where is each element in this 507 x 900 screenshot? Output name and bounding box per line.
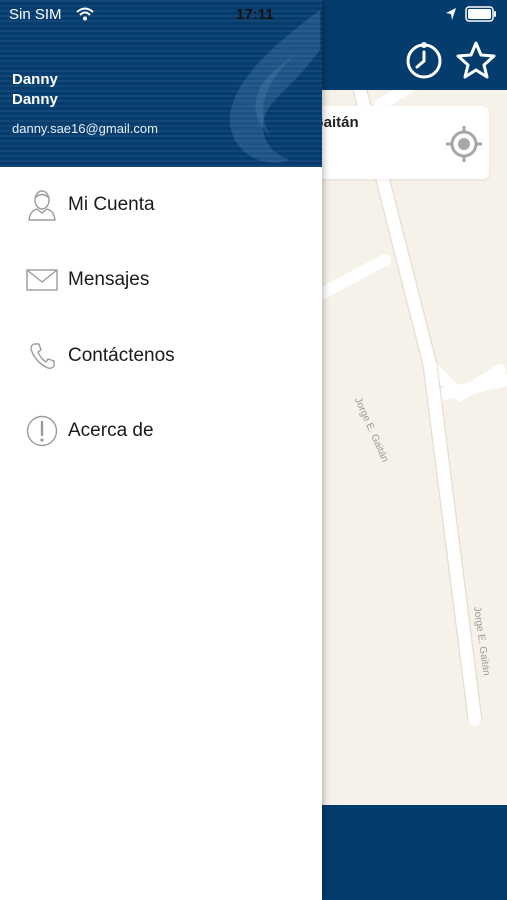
status-time: 17:11 [236,6,274,23]
user-email: danny.sae16@gmail.com [12,121,158,136]
side-drawer: Danny Danny danny.sae16@gmail.com Mi Cue… [0,0,322,900]
menu-item-acerca-de[interactable]: Acerca de [0,394,322,470]
menu-label: Mi Cuenta [68,193,155,215]
search-card[interactable]: Gaitán [300,106,489,179]
crosshair-icon [446,126,482,162]
menu-label: Acerca de [68,420,154,442]
location-arrow-icon [446,8,456,20]
wifi-icon [76,7,94,25]
info-icon [26,415,58,447]
carrier-label: Sin SIM [9,6,62,23]
status-bar: Sin SIM 17:11 [0,0,507,30]
menu-label: Mensajes [68,269,150,291]
user-icon [26,189,58,221]
drawer-menu: Mi Cuenta Mensajes Contáctenos Acerca de [0,167,322,469]
star-icon [456,41,496,79]
user-last-name: Danny [12,91,58,108]
brand-logo-icon [220,10,322,167]
locate-button[interactable] [444,124,484,169]
history-button[interactable] [404,40,444,85]
status-right [445,6,497,22]
menu-item-mi-cuenta[interactable]: Mi Cuenta [0,167,322,243]
envelope-icon [26,264,58,296]
phone-icon [26,340,58,372]
battery-icon [465,6,496,22]
clock-icon [406,42,442,79]
menu-label: Contáctenos [68,344,175,366]
favorites-button[interactable] [456,40,496,85]
menu-item-mensajes[interactable]: Mensajes [0,243,322,319]
menu-item-contactenos[interactable]: Contáctenos [0,318,322,394]
user-first-name: Danny [12,71,58,88]
